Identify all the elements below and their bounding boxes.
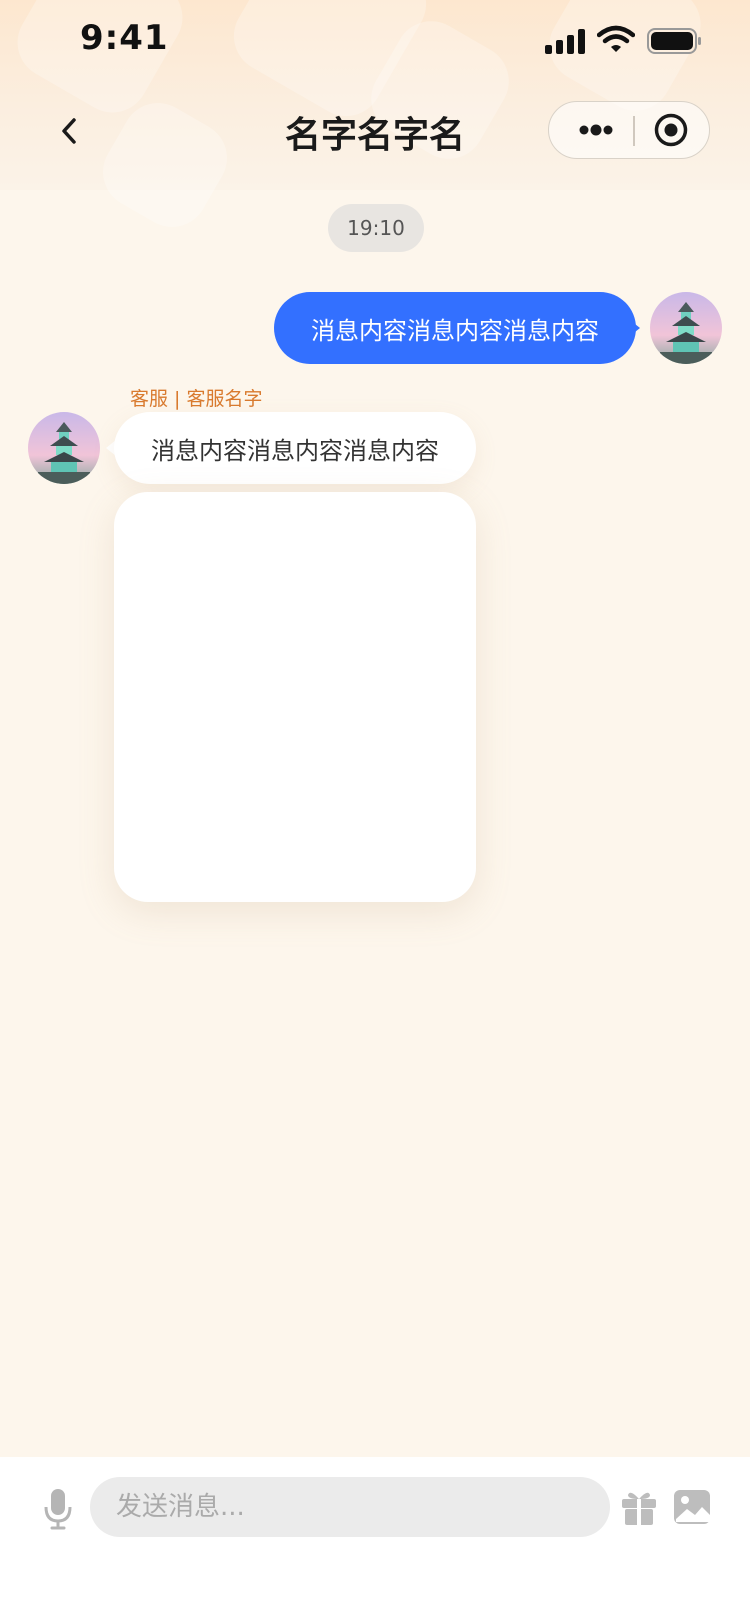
battery-icon bbox=[647, 28, 701, 54]
page-title: 名字名字名 bbox=[284, 115, 465, 156]
status-bar: 9:41 bbox=[0, 0, 750, 88]
bubble-tail bbox=[630, 320, 640, 336]
outgoing-message-bubble[interactable]: 消息内容消息内容消息内容 bbox=[274, 292, 636, 364]
status-time: 9:41 bbox=[80, 18, 169, 58]
microphone-icon[interactable] bbox=[42, 1487, 74, 1531]
back-icon[interactable] bbox=[50, 108, 90, 154]
capsule-divider bbox=[633, 116, 635, 146]
image-icon[interactable] bbox=[672, 1487, 712, 1527]
user-avatar[interactable] bbox=[650, 292, 722, 364]
chat-screen: 9:41 名字名字名 19:10 消息内容消息内容消息内容 客服 | 客服名字 … bbox=[0, 0, 750, 1624]
pagoda-avatar-icon bbox=[650, 292, 722, 364]
miniprogram-capsule bbox=[548, 101, 710, 159]
pagoda-avatar-icon bbox=[28, 412, 100, 484]
nav-bar: 名字名字名 bbox=[0, 88, 750, 176]
message-input[interactable] bbox=[90, 1477, 610, 1537]
gift-icon[interactable] bbox=[620, 1487, 658, 1527]
message-timestamp: 19:10 bbox=[328, 204, 424, 252]
wifi-icon bbox=[597, 25, 635, 52]
incoming-card-message[interactable] bbox=[114, 492, 476, 902]
more-icon[interactable] bbox=[567, 112, 625, 148]
incoming-message-bubble[interactable]: 消息内容消息内容消息内容 bbox=[114, 412, 476, 484]
input-bar bbox=[0, 1457, 750, 1624]
agent-avatar[interactable] bbox=[28, 412, 100, 484]
sender-name-label: 客服 | 客服名字 bbox=[130, 388, 263, 410]
signal-icon bbox=[545, 28, 585, 54]
close-miniprogram-icon[interactable] bbox=[653, 112, 689, 148]
